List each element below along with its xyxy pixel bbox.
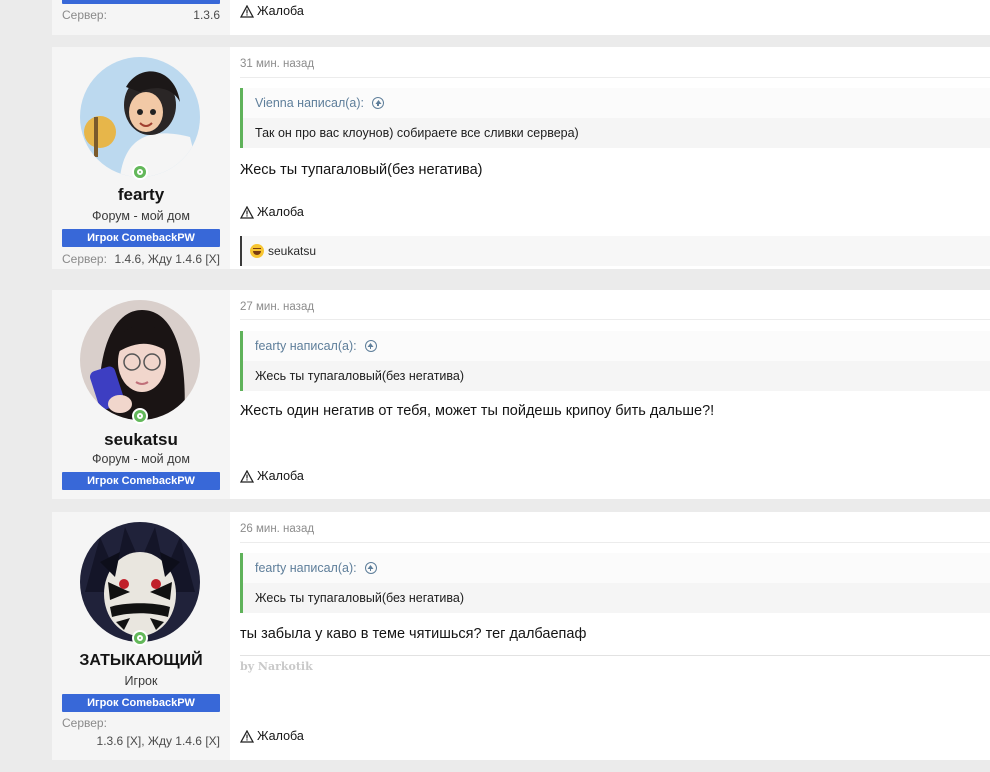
user-column: ЗАТЫКАЮЩИЙ Игрок Игрок ComebackPW Сервер…: [52, 512, 230, 760]
post-date[interactable]: 26 мин. назад: [240, 523, 314, 535]
message-column: 26 мин. назад fearty написал(а): Жесь ты…: [230, 512, 990, 760]
quote-block: fearty написал(а): Жесь ты тупагаловый(б…: [240, 553, 990, 613]
online-status-icon: [132, 408, 148, 424]
message-text: Жесть один негатив от тебя, может ты пой…: [240, 403, 715, 419]
report-label: Жалоба: [257, 205, 304, 219]
quote-author: Vienna написал(а):: [255, 96, 365, 110]
report-label: Жалоба: [257, 469, 304, 483]
quote-block: Vienna написал(а): Так он про вас клоуно…: [240, 88, 990, 148]
report-label: Жалоба: [257, 729, 304, 743]
user-title: Игрок: [124, 674, 158, 688]
post: ЗАТЫКАЮЩИЙ Игрок Игрок ComebackPW Сервер…: [52, 512, 990, 760]
quote-block: fearty написал(а): Жесь ты тупагаловый(б…: [240, 331, 990, 391]
post: seukatsu Форум - мой дом Игрок ComebackP…: [52, 290, 990, 499]
reactions-bar[interactable]: seukatsu: [240, 236, 990, 266]
user-column: fearty Форум - мой дом Игрок ComebackPW …: [52, 47, 230, 269]
user-column: seukatsu Форум - мой дом Игрок ComebackP…: [52, 290, 230, 499]
quote-header[interactable]: fearty написал(а):: [243, 553, 990, 583]
username[interactable]: ЗАТЫКАЮЩИЙ: [52, 652, 230, 670]
reaction-user[interactable]: seukatsu: [268, 244, 316, 258]
server-label: Сервер:: [62, 8, 107, 22]
warning-icon: [240, 4, 254, 18]
user-title: Форум - мой дом: [92, 452, 190, 466]
report-link[interactable]: Жалоба: [240, 729, 304, 743]
quote-author: fearty написал(а):: [255, 339, 357, 353]
user-banner: Игрок ComebackPW: [62, 229, 220, 247]
user-column: Сервер: 1.3.6: [52, 0, 230, 35]
laugh-reaction-icon: [250, 244, 264, 258]
server-label: Сервер:: [62, 252, 107, 266]
user-banner: [62, 0, 220, 4]
divider: [240, 542, 990, 543]
warning-icon: [240, 469, 254, 483]
message-column: Жалоба: [230, 0, 990, 35]
quote-text: Так он про вас клоунов) собираете все сл…: [243, 118, 990, 148]
online-status-icon: [132, 164, 148, 180]
avatar[interactable]: [80, 300, 200, 420]
user-server-value-row: 1.3.6 [X], Жду 1.4.6 [X]: [62, 734, 220, 748]
quote-author: fearty написал(а):: [255, 561, 357, 575]
user-title: Форум - мой дом: [92, 209, 190, 223]
post-date[interactable]: 27 мин. назад: [240, 301, 314, 313]
avatar[interactable]: [80, 522, 200, 642]
arrow-up-icon[interactable]: [364, 340, 377, 352]
avatar[interactable]: [80, 57, 200, 177]
post-date[interactable]: 31 мин. назад: [240, 58, 314, 70]
user-server-label-row: Сервер:: [62, 716, 220, 730]
user-server-row: Сервер: 1.4.6, Жду 1.4.6 [X]: [62, 252, 220, 266]
report-label: Жалоба: [257, 4, 304, 18]
report-link[interactable]: Жалоба: [240, 469, 304, 483]
arrow-up-icon[interactable]: [364, 562, 377, 574]
post-partial-top: Сервер: 1.3.6 Жалоба: [52, 0, 990, 35]
message-text: ты забыла у каво в теме чятишься? тег да…: [240, 626, 587, 642]
username[interactable]: seukatsu: [52, 430, 230, 450]
message-column: 31 мин. назад Vienna написал(а): Так он …: [230, 47, 990, 269]
message-column: 27 мин. назад fearty написал(а): Жесь ты…: [230, 290, 990, 499]
signature-divider: [240, 655, 990, 656]
message-text: Жесь ты тупагаловый(без негатива): [240, 162, 483, 178]
arrow-up-icon[interactable]: [372, 97, 385, 109]
user-banner: Игрок ComebackPW: [62, 694, 220, 712]
user-server-row: Сервер: 1.3.6: [62, 8, 220, 22]
quote-header[interactable]: Vienna написал(а):: [243, 88, 990, 118]
user-banner: Игрок ComebackPW: [62, 472, 220, 490]
report-link[interactable]: Жалоба: [240, 4, 304, 18]
quote-text: Жесь ты тупагаловый(без негатива): [243, 361, 990, 391]
warning-icon: [240, 205, 254, 219]
server-label: Сервер:: [62, 716, 107, 730]
post: fearty Форум - мой дом Игрок ComebackPW …: [52, 47, 990, 269]
quote-text: Жесь ты тупагаловый(без негатива): [243, 583, 990, 613]
report-link[interactable]: Жалоба: [240, 205, 304, 219]
signature: by Narkotik: [240, 660, 313, 673]
server-value: 1.3.6: [193, 8, 220, 22]
warning-icon: [240, 729, 254, 743]
divider: [240, 319, 990, 320]
quote-header[interactable]: fearty написал(а):: [243, 331, 990, 361]
username[interactable]: fearty: [52, 185, 230, 205]
online-status-icon: [132, 630, 148, 646]
server-value: 1.3.6 [X], Жду 1.4.6 [X]: [96, 734, 220, 748]
divider: [240, 77, 990, 78]
server-value: 1.4.6, Жду 1.4.6 [X]: [114, 252, 220, 266]
